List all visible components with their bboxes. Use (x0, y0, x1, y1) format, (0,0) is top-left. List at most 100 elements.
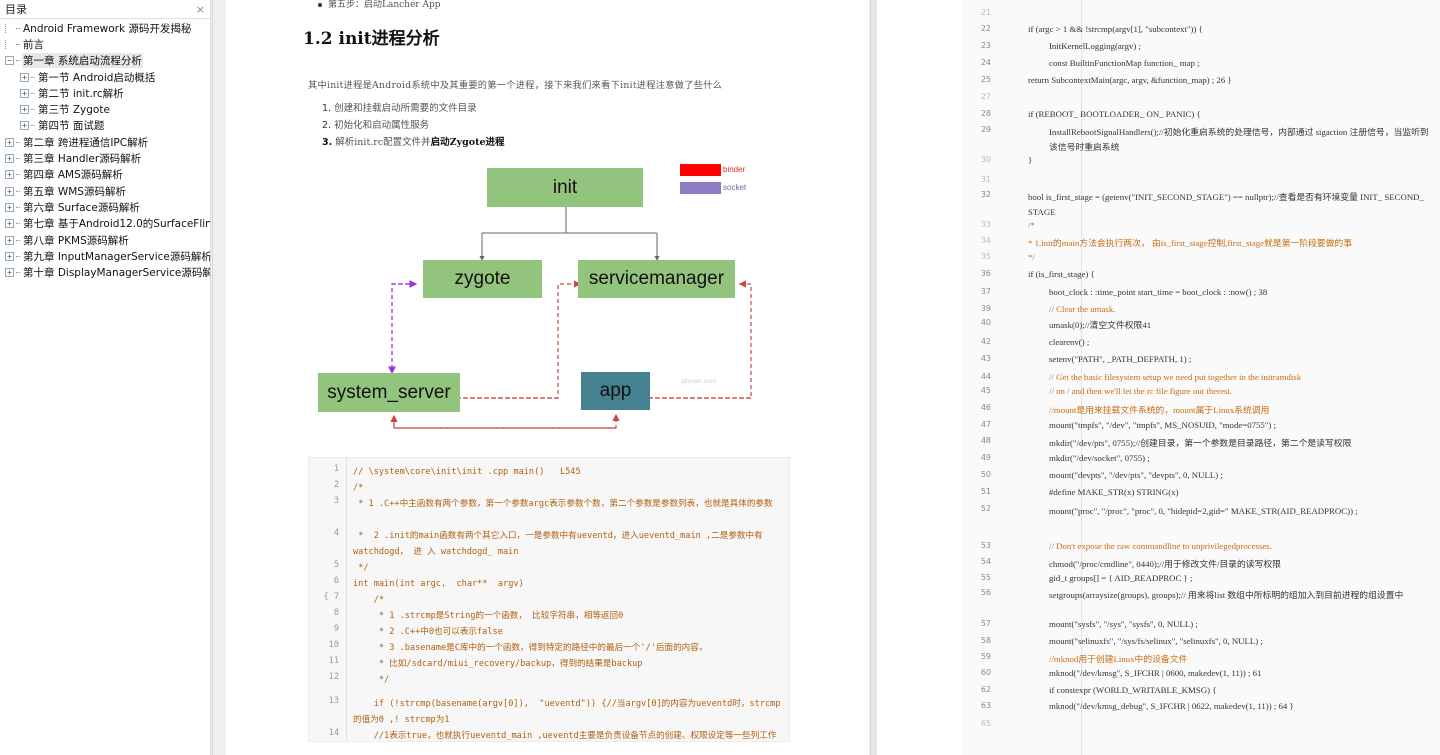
sidebar-splitter[interactable] (212, 0, 225, 755)
toc-item-label: 第四节 面试题 (38, 120, 105, 133)
expand-icon[interactable]: + (5, 170, 14, 180)
toc-item-label: 第九章 InputManagerService源码解析 (23, 250, 210, 263)
toc-item[interactable]: + 第三节 Zygote (0, 101, 210, 117)
toc-item[interactable]: 前言 (0, 36, 210, 52)
document-page-left: 第五步：启动Lancher App 1.2 init进程分析 其中init进程是… (226, 0, 869, 755)
collapse-icon[interactable]: − (5, 56, 14, 66)
toc-item[interactable]: + 第七章 基于Android12.0的SurfaceFlinger源 (0, 216, 210, 232)
code-text: gid_t groups[] = { AID_READPROC } ; (1049, 573, 1193, 583)
line-number: 57 (980, 619, 991, 628)
toc-item-label: 第六章 Surface源码解析 (23, 201, 140, 214)
expand-icon[interactable]: + (5, 268, 14, 278)
toc-item[interactable]: − 第一章 系统启动流程分析 (0, 53, 210, 69)
tree-connector (31, 125, 35, 127)
tree-connector (16, 27, 20, 29)
toc-item[interactable]: + 第一节 Android启动概括 (0, 69, 210, 85)
toc-item-label: 第四章 AMS源码解析 (23, 169, 123, 182)
line-number: 60 (980, 668, 991, 677)
code-text: */ (1028, 252, 1035, 262)
toc-item-label: 第十章 DisplayManagerService源码解析 (23, 267, 210, 280)
expand-icon[interactable]: + (5, 186, 14, 196)
toc-sidebar: 目录 × Android Framework 源码开发揭秘前言 − 第一章 系统启动… (0, 0, 211, 755)
expand-icon[interactable]: + (20, 88, 29, 98)
code-text: mknod("/dev/kmsg", S_IFCHR | 0600, maked… (1049, 668, 1262, 678)
tree-connector (31, 109, 35, 111)
code-text: //mknod用于创建Linux中的设备文件 (1049, 654, 1188, 664)
toc-item[interactable]: + 第六章 Surface源码解析 (0, 199, 210, 215)
line-number: 23 (980, 41, 991, 50)
code-text: boot_clock : :time_point start_time = bo… (1049, 287, 1268, 297)
line-number: 29 (980, 125, 991, 134)
expand-icon[interactable]: + (20, 72, 29, 82)
line-number: 45 (980, 386, 991, 395)
toc-item-label: 第三节 Zygote (38, 104, 110, 117)
expand-icon[interactable]: + (5, 219, 14, 229)
expand-icon[interactable]: + (20, 121, 29, 131)
code-text: /* (353, 483, 364, 493)
code-text: /* (353, 595, 385, 605)
toc-item-label: 第一节 Android启动概括 (38, 71, 156, 84)
close-icon[interactable]: × (196, 3, 205, 16)
expand-icon[interactable]: + (5, 251, 14, 261)
line-number: 11 (328, 656, 339, 666)
toc-item[interactable]: + 第二节 init.rc解析 (0, 85, 210, 101)
toc-item-label: 前言 (23, 38, 44, 51)
code-text: setenv("PATH", _PATH_DEFPATH, 1) ; (1049, 354, 1192, 364)
toc-item[interactable]: + 第四章 AMS源码解析 (0, 167, 210, 183)
toc-item[interactable]: + 第五章 WMS源码解析 (0, 183, 210, 199)
toc-item-label: 第七章 基于Android12.0的SurfaceFlinger源 (23, 218, 210, 231)
tree-connector (16, 239, 20, 241)
tree-connector (16, 141, 20, 143)
code-text: // Don't expose the raw commandline to u… (1049, 541, 1272, 551)
toc-item[interactable]: + 第四节 面试题 (0, 118, 210, 134)
code-text: if (is_first_stage) { (1028, 269, 1095, 279)
code-text: /* (1028, 220, 1035, 230)
code-text: //1表示true，也就执行ueventd_main ,ueventd主要是负责… (353, 731, 777, 741)
code-text: mount("selinuxfs", "/sys/fs/selinux", "s… (1049, 636, 1263, 646)
line-number: 34 (980, 236, 991, 245)
toc-item[interactable]: + 第三章 Handler源码解析 (0, 150, 210, 166)
line-number: 24 (980, 58, 991, 67)
toc-item[interactable]: + 第九章 InputManagerService源码解析 (0, 248, 210, 264)
step-item: 1. 创建和挂载启动所需要的文件目录 (322, 103, 477, 114)
line-number: 47 (980, 420, 991, 429)
line-number: 63 (980, 701, 991, 710)
step-item: 3. 解析init.rc配置文件并启动Zygote进程 (322, 137, 505, 148)
code-text: * 2 .init的main函数有两个其它入口，一是参数中有ueventd，进入… (353, 531, 768, 557)
toc-item-label: 第三章 Handler源码解析 (23, 153, 142, 166)
code-text: * 3 .basename是C库中的一个函数，得到特定的路径中的最后一个'/'后… (353, 643, 708, 653)
toc-item-label: 第八章 PKMS源码解析 (23, 234, 129, 247)
expand-icon[interactable]: + (5, 202, 14, 212)
expand-icon[interactable]: + (5, 235, 14, 245)
line-number: { 7 (323, 592, 339, 602)
document-page-right: 21 22 if (argc > 1 && !strcmp(argv[1], "su… (877, 0, 1440, 755)
line-number: 9 (333, 624, 339, 634)
code-text: } (1028, 155, 1033, 165)
toc-title: 目录 (5, 3, 27, 16)
section-heading: 1.2 init进程分析 (303, 29, 440, 49)
tree-connector (16, 255, 20, 257)
toc-item[interactable]: + 第八章 PKMS源码解析 (0, 232, 210, 248)
line-number: 46 (980, 403, 991, 412)
code-text: if constexpr (WORLD_WRITABLE_KMSG) { (1049, 685, 1217, 695)
line-number: 28 (980, 109, 991, 118)
line-number: 8 (333, 608, 339, 618)
node-servicemanager: servicemanager (578, 260, 735, 298)
expand-icon[interactable]: + (5, 154, 14, 164)
line-number: 54 (980, 557, 991, 566)
code-text: return SubcontextMain(argc, argv, &funct… (1028, 75, 1232, 85)
line-number: 56 (980, 588, 991, 597)
toc-header: 目录 × (0, 0, 210, 19)
expand-icon[interactable]: + (20, 105, 29, 115)
line-number: 65 (980, 719, 991, 728)
line-number: 30 (980, 155, 991, 164)
code-text: chmod("/proc/cmdline", 0440);//用于修改文件/目录… (1049, 559, 1281, 569)
code-text: umask(0);//清空文件权限41 (1049, 320, 1152, 330)
toc-item-label: 第五章 WMS源码解析 (23, 185, 126, 198)
expand-icon[interactable]: + (5, 137, 14, 147)
toc-item[interactable]: Android Framework 源码开发揭秘 (0, 20, 210, 36)
bullet-icon (318, 2, 322, 7)
line-number: 48 (980, 436, 991, 445)
toc-item[interactable]: + 第十章 DisplayManagerService源码解析 (0, 264, 210, 280)
toc-item[interactable]: + 第二章 跨进程通信IPC解析 (0, 134, 210, 150)
